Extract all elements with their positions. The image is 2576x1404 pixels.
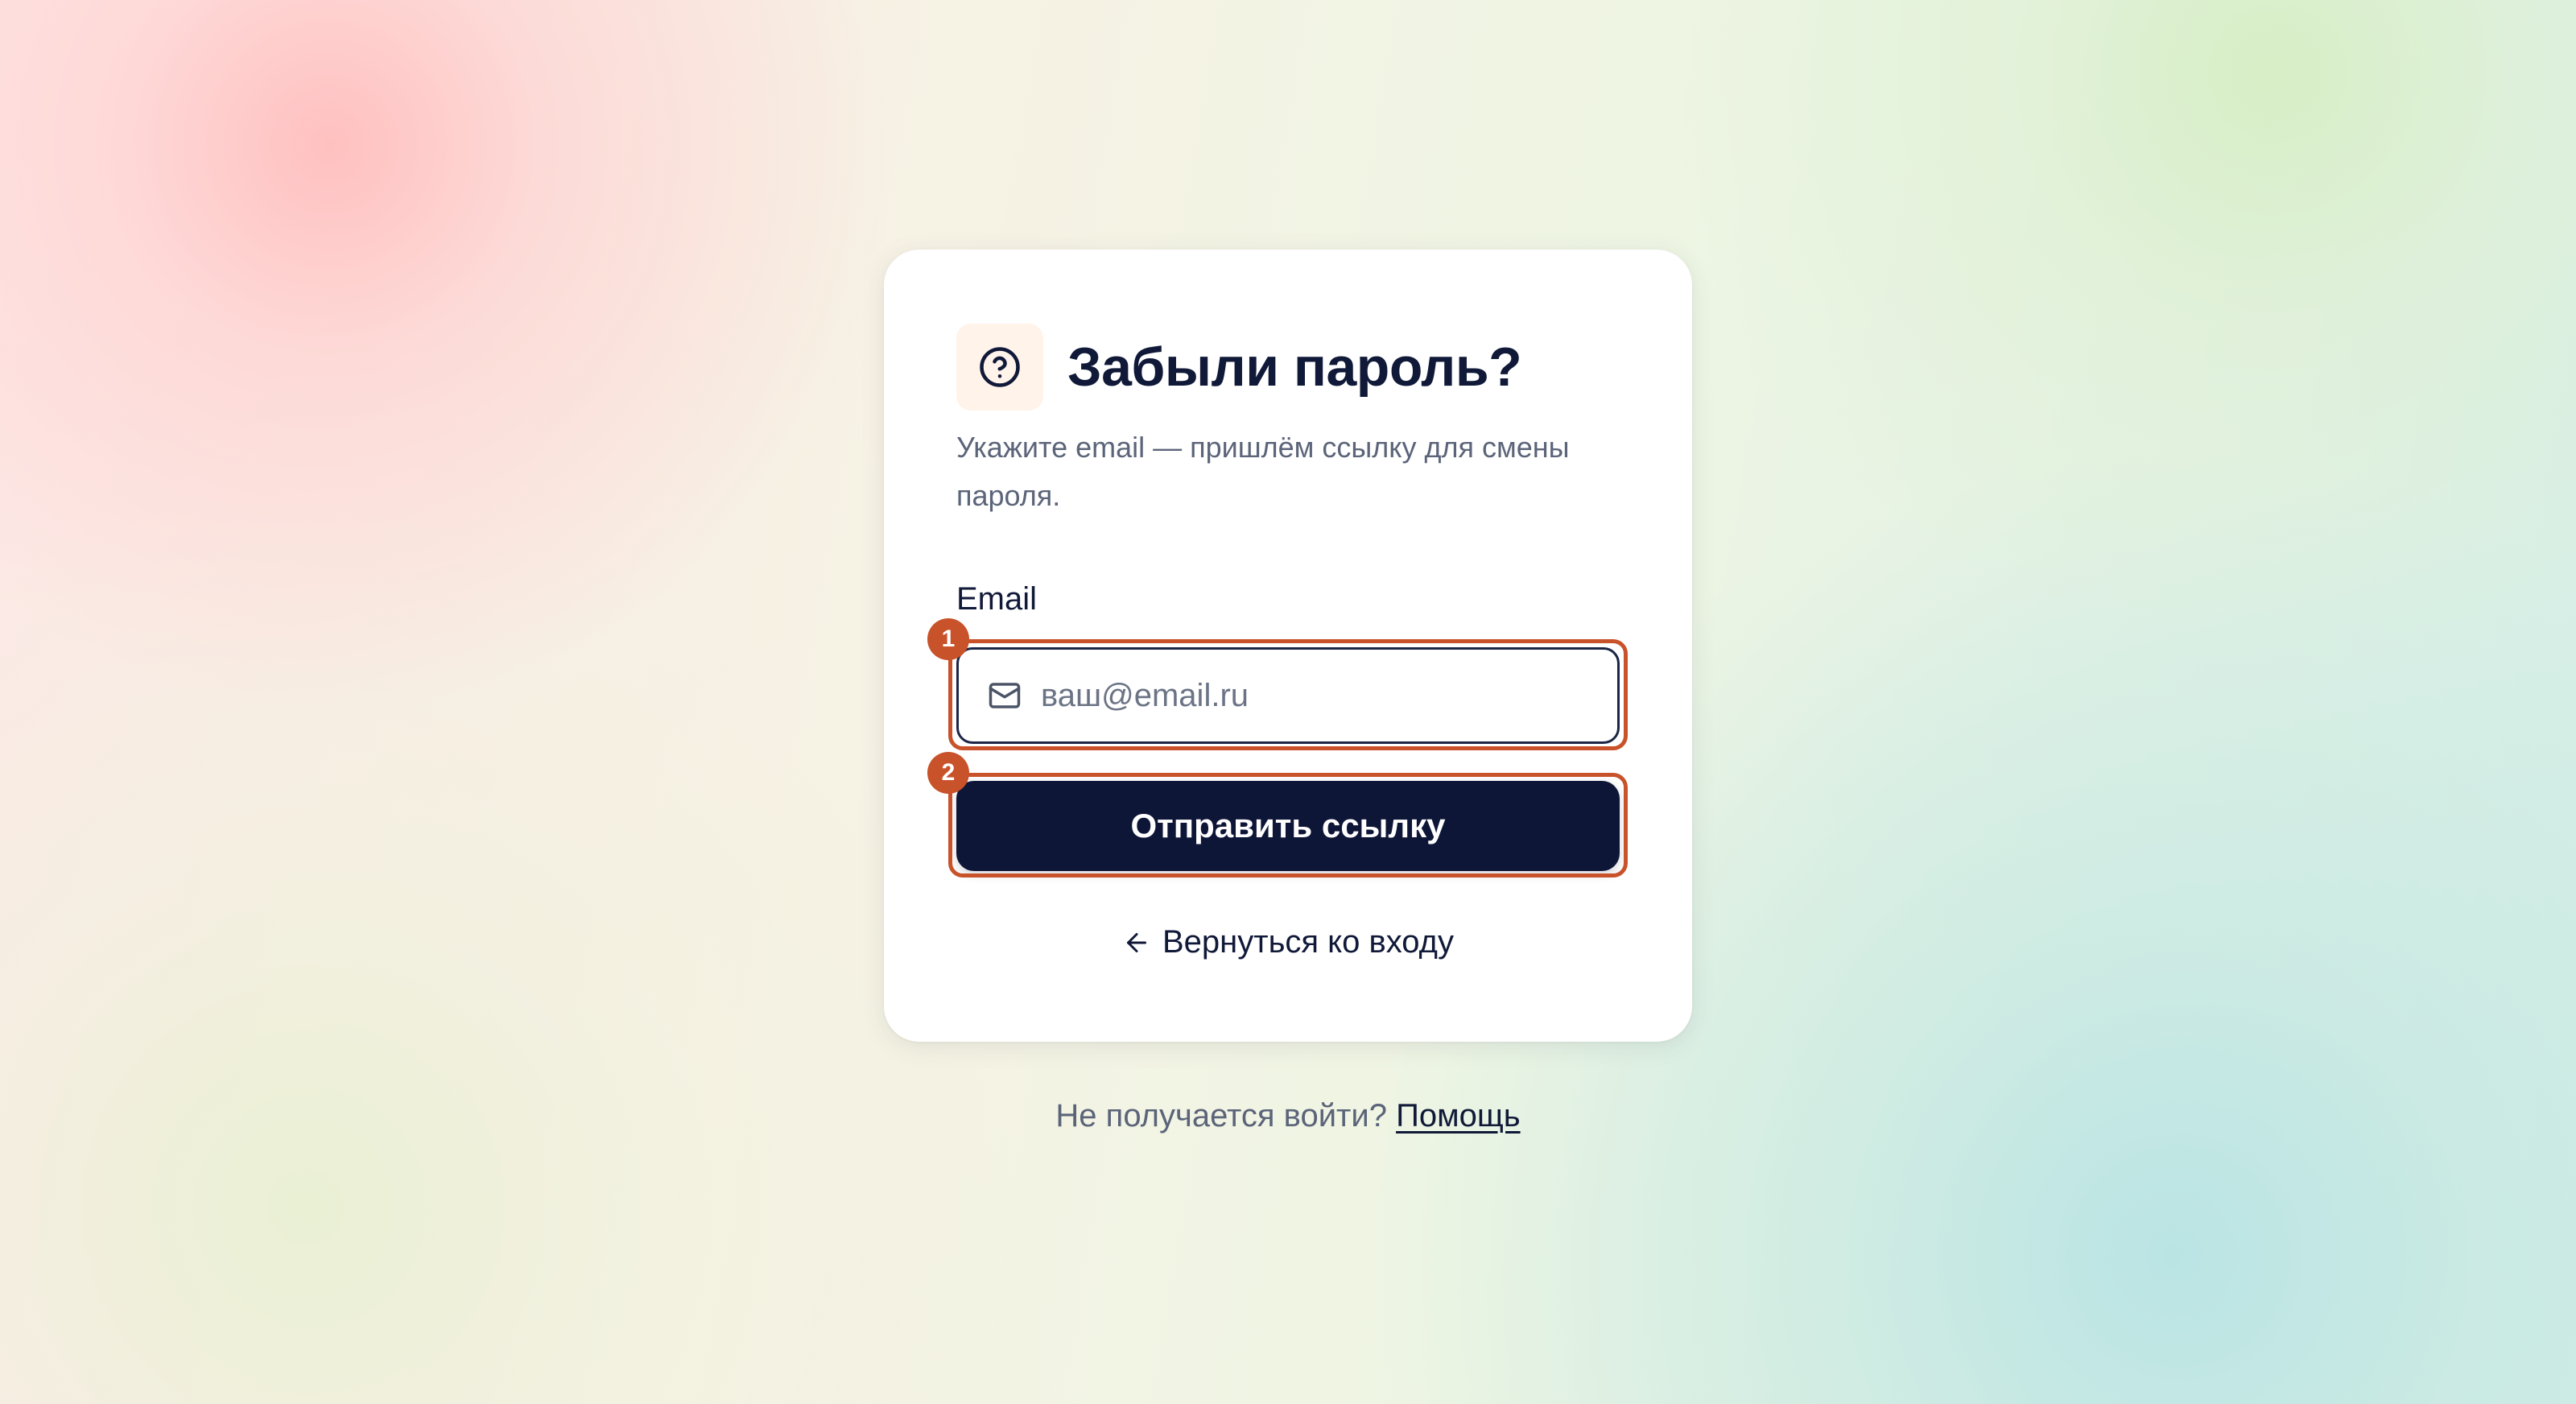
email-input-wrapper[interactable]: [956, 647, 1620, 744]
title-row: Забыли пароль?: [956, 324, 1522, 411]
back-to-login-link[interactable]: Вернуться ко входу: [884, 924, 1692, 960]
annotation-badge-2: 2: [927, 752, 969, 794]
page-title: Забыли пароль?: [1067, 337, 1522, 398]
send-link-button[interactable]: Отправить ссылку: [956, 781, 1620, 871]
footer-help: Не получается войти? Помощь: [0, 1098, 2576, 1134]
page-subtitle: Укажите email — пришлём ссылку для смены…: [956, 431, 1570, 512]
forgot-password-card: Забыли пароль? Укажите email — пришлём с…: [884, 250, 1692, 1042]
email-label: Email: [956, 581, 1038, 617]
arrow-left-icon: [1122, 928, 1151, 957]
back-link-label: Вернуться ко входу: [1162, 924, 1454, 960]
mail-icon: [988, 679, 1022, 712]
question-circle-icon: [956, 324, 1043, 411]
help-link[interactable]: Помощь: [1396, 1098, 1521, 1134]
footer-text: Не получается войти?: [1055, 1098, 1387, 1134]
annotation-badge-1: 1: [927, 618, 969, 660]
email-input[interactable]: [1041, 677, 1588, 714]
